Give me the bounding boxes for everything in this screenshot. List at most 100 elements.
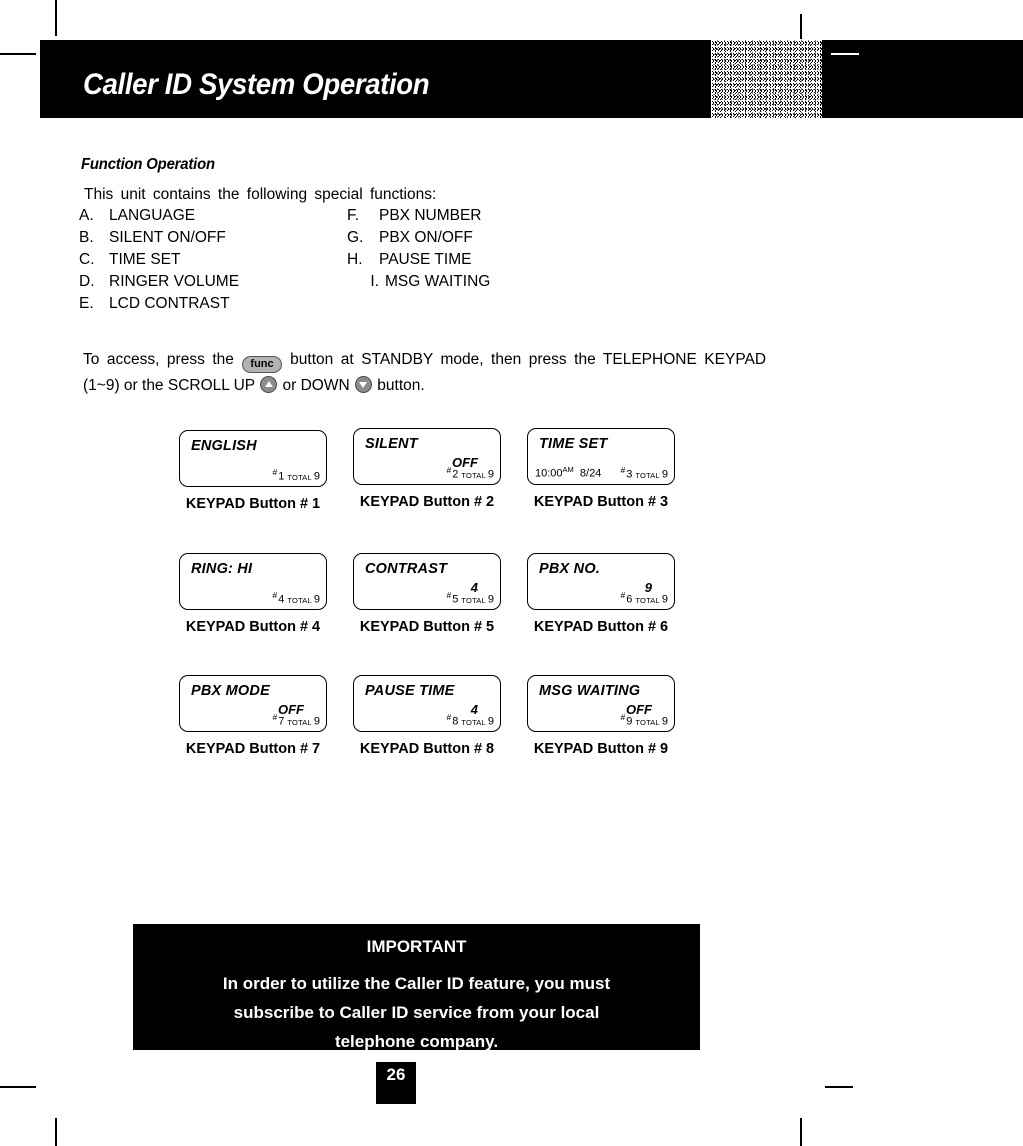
crop-mark-bottom-right-vertical: [800, 1118, 802, 1146]
function-item-c: C. TIME SET: [79, 251, 180, 269]
lcd-footer: #2 TOTAL 9: [354, 465, 494, 481]
lcd-clock: 10:00AM 8/24: [535, 465, 601, 480]
function-item-e: E. LCD CONTRAST: [79, 295, 230, 313]
function-label: LCD CONTRAST: [109, 295, 230, 312]
lcd-caption: KEYPAD Button # 1: [185, 496, 321, 512]
access-line-1: To access, press the func button at STAN…: [83, 347, 783, 373]
lcd-display-4: RING: HI #4 TOTAL 9: [179, 553, 327, 610]
page-number: 26: [376, 1062, 416, 1104]
lcd-total-value: 9: [661, 716, 668, 728]
function-row: E. LCD CONTRAST: [79, 295, 699, 317]
function-item-i: I. MSG WAITING: [347, 273, 490, 291]
lcd-footer: #6 TOTAL 9: [528, 590, 668, 606]
lcd-total-label: TOTAL: [287, 473, 312, 482]
access-text-3: (1~9) or the SCROLL UP: [83, 377, 255, 394]
lcd-title: RING: HI: [191, 561, 253, 577]
function-label: TIME SET: [109, 251, 181, 268]
lcd-caption: KEYPAD Button # 6: [533, 619, 669, 635]
lcd-footer: 10:00AM 8/24 #3 TOTAL 9: [528, 465, 668, 481]
lcd-cell-3: TIME SET 10:00AM 8/24 #3 TOTAL 9 KEYPAD But…: [527, 428, 675, 510]
lcd-total-value: 9: [313, 716, 320, 728]
lcd-index: 9: [626, 716, 633, 728]
lcd-title: SILENT: [365, 436, 418, 452]
lcd-display-3: TIME SET 10:00AM 8/24 #3 TOTAL 9: [527, 428, 675, 485]
access-text-4: or DOWN: [282, 377, 350, 394]
hash-icon: #: [446, 712, 452, 723]
lcd-caption: KEYPAD Button # 3: [533, 494, 669, 510]
lcd-total-value: 9: [313, 471, 320, 483]
lcd-title: ENGLISH: [191, 438, 257, 454]
func-button[interactable]: func: [242, 356, 282, 373]
lcd-cell-9: MSG WAITING OFF #9 TOTAL 9 KEYPAD Button #…: [527, 675, 675, 757]
lcd-footer: #4 TOTAL 9: [180, 590, 320, 606]
access-text-5: button.: [377, 377, 425, 394]
function-label: PAUSE TIME: [379, 251, 472, 268]
lcd-caption: KEYPAD Button # 7: [185, 741, 321, 757]
lcd-cell-6: PBX NO. 9 #6 TOTAL 9 KEYPAD Button # 6: [527, 553, 675, 635]
crop-mark-top-left-horizontal: [0, 53, 36, 55]
lcd-title: MSG WAITING: [539, 683, 641, 699]
section-title: Function Operation: [81, 156, 215, 173]
function-item-h: H. PAUSE TIME: [347, 251, 471, 269]
scroll-down-icon[interactable]: [354, 376, 372, 393]
lcd-index: 1: [278, 471, 285, 483]
function-row: A. LANGUAGE F. PBX NUMBER: [79, 207, 699, 229]
function-item-g: G. PBX ON/OFF: [347, 229, 473, 247]
important-line-3: telephone company.: [334, 1032, 499, 1051]
function-item-b: B. SILENT ON/OFF: [79, 229, 226, 247]
lcd-display-5: CONTRAST 4 #5 TOTAL 9: [353, 553, 501, 610]
function-label: PBX NUMBER: [379, 207, 482, 224]
access-line-2: (1~9) or the SCROLL UP or DOWN button.: [83, 373, 783, 398]
scroll-up-icon[interactable]: [260, 376, 278, 393]
lcd-total-label: TOTAL: [461, 718, 486, 727]
lcd-title: TIME SET: [539, 436, 608, 452]
lcd-total-label: TOTAL: [287, 596, 312, 605]
lcd-index: 6: [626, 594, 633, 606]
lcd-cell-4: RING: HI #4 TOTAL 9 KEYPAD Button # 4: [179, 553, 327, 635]
lcd-index: 3: [626, 469, 633, 481]
lcd-total-value: 9: [487, 469, 494, 481]
function-letter: I.: [370, 273, 379, 290]
lcd-cell-7: PBX MODE OFF #7 TOTAL 9 KEYPAD Button # 7: [179, 675, 327, 757]
function-label: PBX ON/OFF: [379, 229, 473, 246]
lcd-title: PAUSE TIME: [365, 683, 455, 699]
lcd-total-label: TOTAL: [287, 718, 312, 727]
hash-icon: #: [620, 712, 626, 723]
lcd-total-value: 9: [487, 594, 494, 606]
lcd-total-label: TOTAL: [635, 471, 660, 480]
lcd-cell-2: SILENT OFF #2 TOTAL 9 KEYPAD Button # 2: [353, 428, 501, 510]
access-text-2: button at STANDBY mode, then press the T…: [290, 351, 767, 368]
important-line-1: In order to utilize the Caller ID featur…: [222, 974, 611, 993]
lcd-display-6: PBX NO. 9 #6 TOTAL 9: [527, 553, 675, 610]
function-label: LANGUAGE: [109, 207, 196, 224]
hash-icon: #: [446, 590, 452, 601]
function-item-d: D. RINGER VOLUME: [79, 273, 239, 291]
function-letter: E.: [79, 295, 94, 312]
lcd-index: 4: [278, 594, 285, 606]
hash-icon: #: [272, 590, 278, 601]
lcd-cell-1: ENGLISH #1 TOTAL 9 KEYPAD Button # 1: [179, 430, 327, 512]
function-row: C. TIME SET H. PAUSE TIME: [79, 251, 699, 273]
function-letter: A.: [79, 207, 94, 224]
lcd-caption: KEYPAD Button # 4: [185, 619, 321, 635]
function-letter: G.: [347, 229, 364, 246]
crop-mark-bottom-left-vertical: [55, 1118, 57, 1146]
lcd-clock-time: 10:00: [535, 468, 563, 480]
hash-icon: #: [620, 465, 626, 476]
hash-icon: #: [620, 590, 626, 601]
lcd-footer: #9 TOTAL 9: [528, 712, 668, 728]
lcd-index: 8: [452, 716, 459, 728]
hash-icon: #: [272, 467, 278, 478]
function-item-f: F. PBX NUMBER: [347, 207, 482, 225]
function-row: B. SILENT ON/OFF G. PBX ON/OFF: [79, 229, 699, 251]
lcd-footer: #1 TOTAL 9: [180, 467, 320, 483]
function-letter: B.: [79, 229, 94, 246]
lcd-total-label: TOTAL: [635, 596, 660, 605]
lcd-footer: #5 TOTAL 9: [354, 590, 494, 606]
lcd-caption: KEYPAD Button # 9: [533, 741, 669, 757]
function-label: MSG WAITING: [385, 273, 491, 290]
lcd-title: CONTRAST: [365, 561, 448, 577]
lcd-total-value: 9: [661, 594, 668, 606]
function-label: SILENT ON/OFF: [109, 229, 226, 246]
header-texture-block: [711, 40, 822, 118]
